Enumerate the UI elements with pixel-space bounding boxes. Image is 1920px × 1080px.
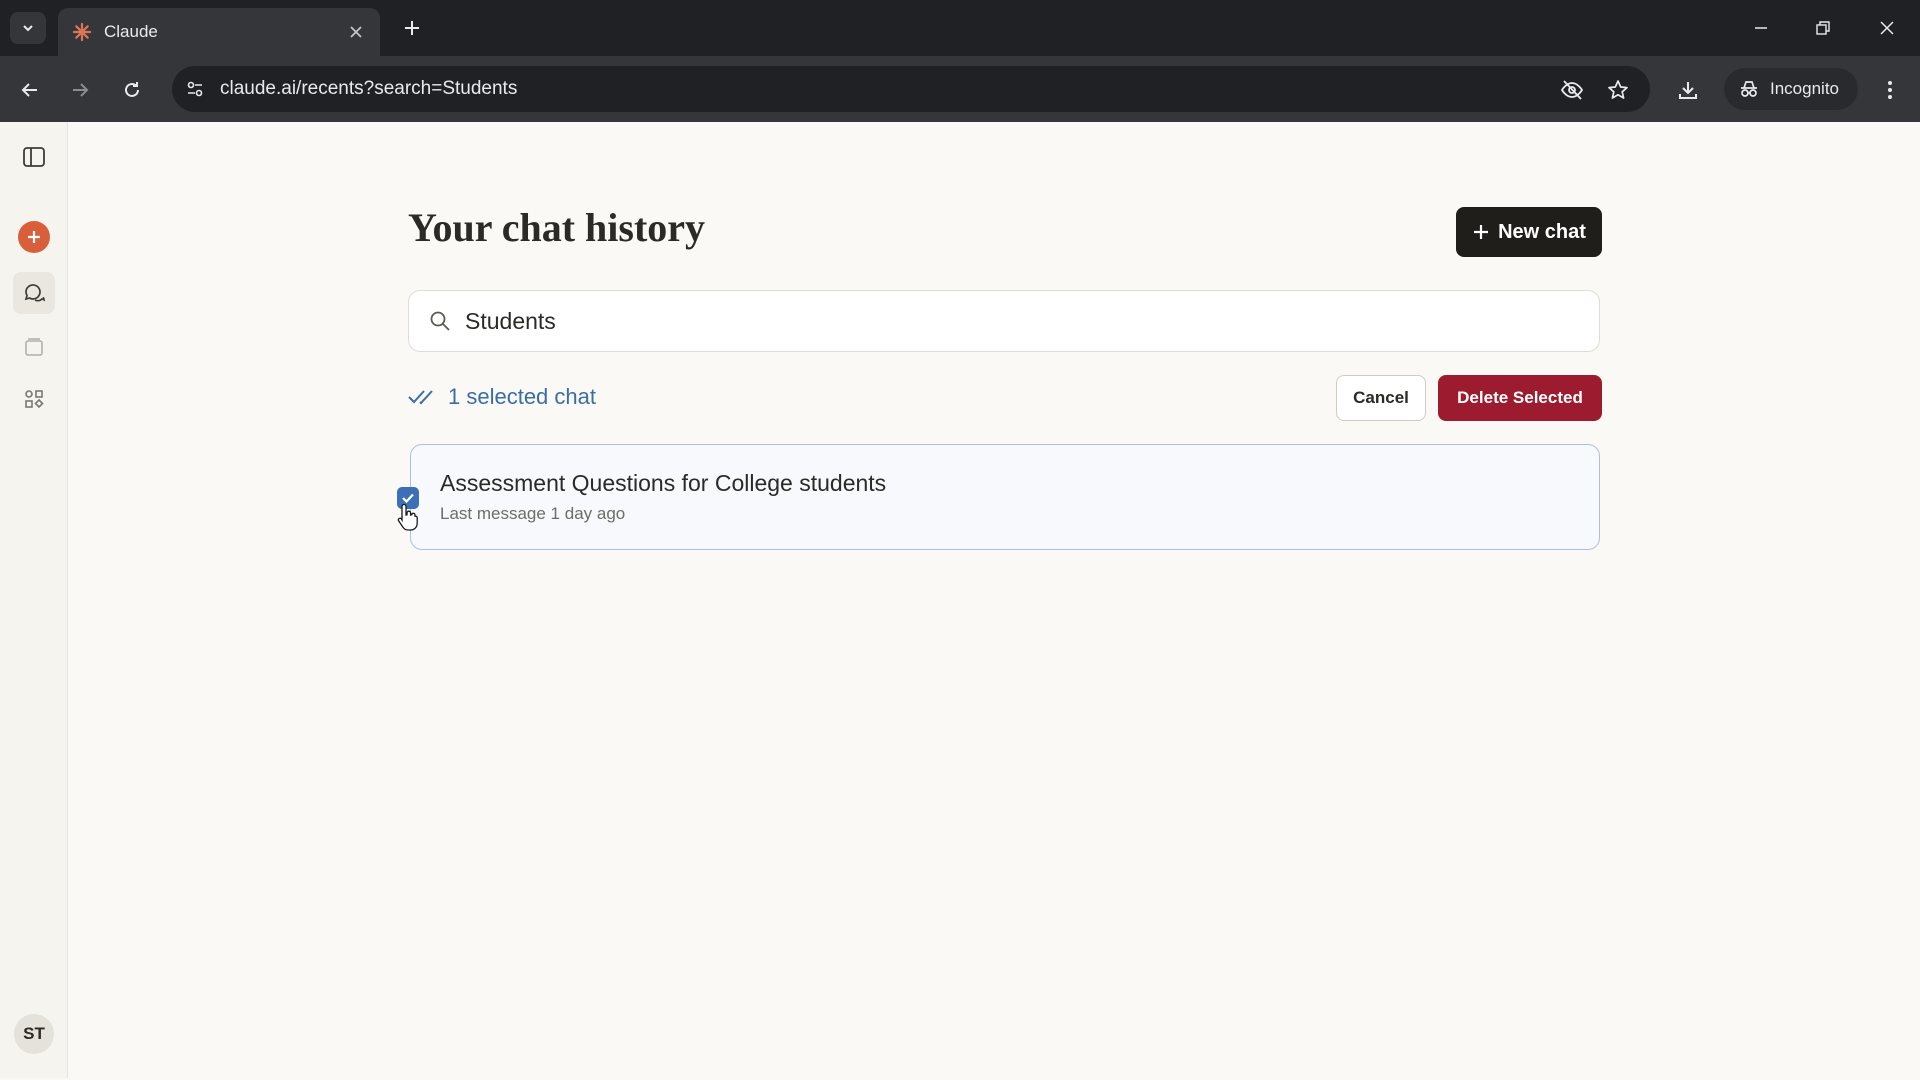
chats-icon <box>24 284 46 302</box>
selection-count-label: 1 selected chat <box>448 384 596 409</box>
close-tab-icon[interactable] <box>342 18 370 46</box>
bookmark-star-icon[interactable] <box>1600 72 1636 108</box>
minimize-icon <box>1755 27 1767 29</box>
reload-button[interactable] <box>112 72 152 108</box>
search-input[interactable] <box>465 307 1565 335</box>
sidebar-toggle-icon <box>23 147 45 167</box>
claude-logo-icon <box>72 22 92 42</box>
search-box[interactable] <box>408 290 1600 352</box>
delete-selected-button[interactable]: Delete Selected <box>1438 375 1602 421</box>
chat-list-item[interactable] <box>410 444 1600 550</box>
arrow-right-icon <box>73 83 89 97</box>
chat-title[interactable]: Assessment Questions for College student… <box>440 470 886 497</box>
new-chat-icon <box>18 221 50 253</box>
download-icon[interactable] <box>1670 72 1706 108</box>
url-text[interactable]: claude.ai/recents?search=Students <box>220 78 517 100</box>
avatar[interactable]: ST <box>14 1014 54 1054</box>
browser-tab[interactable]: Claude <box>58 8 380 56</box>
sidebar-new-chat-button[interactable] <box>13 216 55 258</box>
new-chat-label: New chat <box>1498 220 1586 243</box>
eye-off-icon[interactable] <box>1554 72 1590 108</box>
tab-title: Claude <box>104 22 158 41</box>
reload-icon <box>125 82 139 97</box>
sidebar-item-chats[interactable] <box>13 272 55 314</box>
incognito-icon <box>1741 81 1757 97</box>
sidebar-toggle-button[interactable] <box>13 136 55 178</box>
browser-menu-button[interactable] <box>1874 72 1906 108</box>
arrow-left-icon <box>21 83 37 97</box>
tune-icon <box>187 81 203 97</box>
sidebar-item-projects[interactable] <box>13 326 55 368</box>
chevron-down-icon <box>23 25 33 32</box>
more-vertical-icon <box>1888 81 1892 99</box>
plus-icon <box>1474 225 1489 239</box>
close-window-button[interactable] <box>1860 8 1914 48</box>
incognito-label: Incognito <box>1770 79 1839 98</box>
cancel-button[interactable]: Cancel <box>1336 375 1426 421</box>
site-info-button[interactable] <box>178 72 212 106</box>
minimize-button[interactable] <box>1734 8 1788 48</box>
back-button[interactable] <box>10 72 50 108</box>
chat-last-message: Last message 1 day ago <box>440 504 626 523</box>
plus-icon <box>405 21 419 35</box>
artifacts-icon <box>25 390 44 409</box>
hand-cursor-icon <box>397 503 418 531</box>
restore-button[interactable] <box>1796 8 1850 48</box>
projects-icon <box>25 338 43 356</box>
restore-icon <box>1816 21 1830 35</box>
new-chat-button[interactable]: New chat <box>1456 207 1602 257</box>
app-sidebar <box>0 122 68 1078</box>
selection-status: 1 selected chat <box>408 384 596 410</box>
sidebar-item-artifacts[interactable] <box>13 378 55 420</box>
page-title: Your chat history <box>408 205 706 250</box>
forward-button[interactable] <box>60 72 100 108</box>
incognito-badge[interactable]: Incognito <box>1724 68 1858 110</box>
tab-search-button[interactable] <box>10 12 46 44</box>
new-tab-button[interactable] <box>396 12 428 44</box>
search-icon <box>430 311 450 331</box>
close-icon <box>1880 21 1894 35</box>
double-check-icon <box>408 390 433 405</box>
